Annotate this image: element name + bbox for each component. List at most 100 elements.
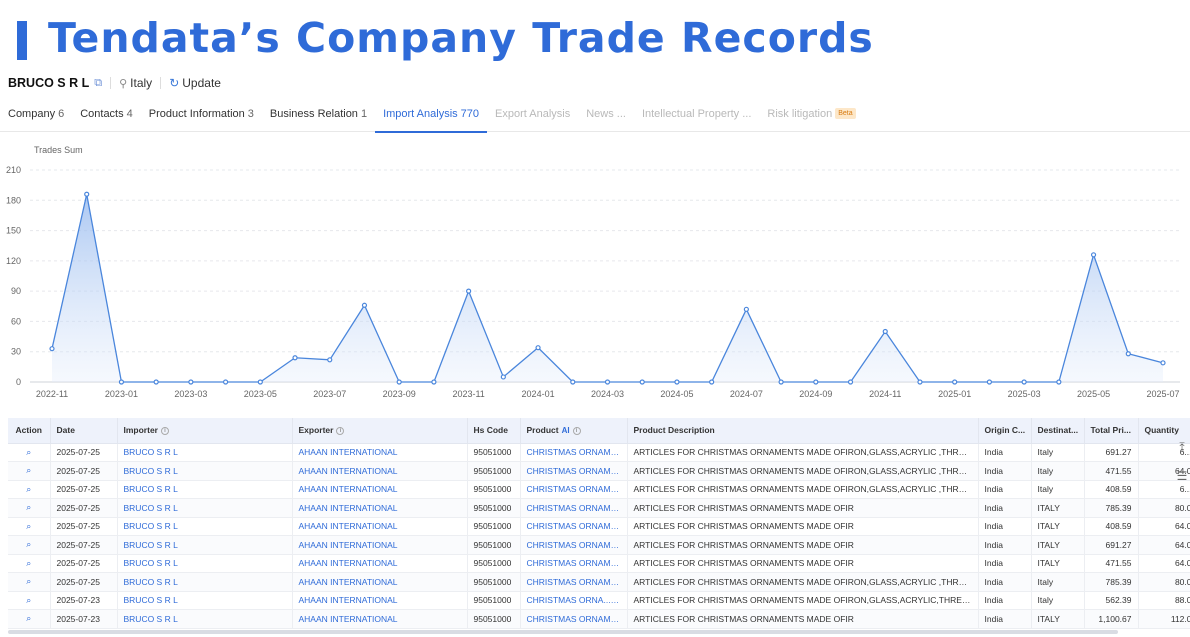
cell-date: 2025-07-25 <box>50 443 118 462</box>
tab-label: Contacts <box>80 107 124 120</box>
cell-importer[interactable]: BRUCO S R L <box>117 535 293 555</box>
horizontal-scrollbar[interactable] <box>8 630 1118 634</box>
cell-importer[interactable]: BRUCO S R L <box>117 609 293 629</box>
header-origin-country[interactable]: Origin C... <box>978 418 1032 444</box>
cell-exporter[interactable]: AHAAN INTERNATIONAL <box>292 443 468 462</box>
cell-text: AHAAN INTERNATIONAL <box>298 502 398 513</box>
header-product[interactable]: Product AI i <box>520 418 628 444</box>
cell-importer[interactable]: BRUCO S R L <box>117 554 293 573</box>
tab-news[interactable]: News ... <box>578 100 634 132</box>
tab-count: 6 <box>58 107 65 120</box>
cell-importer[interactable]: BRUCO S R L <box>117 498 293 518</box>
cell-product[interactable]: CHRISTMAS ORNAMENT <box>520 461 628 481</box>
copy-icon[interactable]: ⧉ <box>94 77 102 90</box>
tab-count: 770 <box>460 107 480 120</box>
cell-destination: Italy <box>1031 480 1085 499</box>
cell-exporter[interactable]: AHAAN INTERNATIONAL <box>292 591 468 610</box>
cell-product[interactable]: CHRISTMAS ORNAMENT <box>520 572 628 592</box>
action-cell: ⌕ <box>8 461 51 481</box>
cell-product[interactable]: CHRISTMAS ORNAMENT <box>520 535 628 555</box>
header-total-price[interactable]: Total Pri... <box>1084 418 1139 444</box>
cell-exporter[interactable]: AHAAN INTERNATIONAL <box>292 554 468 573</box>
tab-company[interactable]: Company 6 <box>0 100 72 132</box>
search-icon[interactable]: ⌕ <box>26 576 31 586</box>
update-button[interactable]: ↻ Update <box>169 76 221 90</box>
cell-importer[interactable]: BRUCO S R L <box>117 443 293 462</box>
tab-import-analysis[interactable]: Import Analysis 770 <box>375 100 487 133</box>
cell-quantity: 64.0 <box>1138 554 1190 573</box>
location-icon: ⚲ <box>119 77 128 90</box>
action-cell: ⌕ <box>8 498 51 518</box>
header-exporter[interactable]: Exporter i <box>292 418 468 444</box>
action-cell: ⌕ <box>8 609 51 629</box>
cell-importer[interactable]: BRUCO S R L <box>117 480 293 499</box>
feedback-icon[interactable]: ☰ <box>1174 469 1190 483</box>
tab-export-analysis[interactable]: Export Analysis <box>487 100 578 132</box>
search-icon[interactable]: ⌕ <box>26 539 31 549</box>
header-hs-code[interactable]: Hs Code <box>467 418 521 444</box>
cell-exporter[interactable]: AHAAN INTERNATIONAL <box>292 535 468 555</box>
data-point <box>257 379 263 385</box>
tab-product-information[interactable]: Product Information 3 <box>141 100 262 132</box>
cell-product[interactable]: CHRISTMAS ORNAMENT <box>520 609 628 629</box>
cell-exporter[interactable]: AHAAN INTERNATIONAL <box>292 461 468 481</box>
cell-product-description: ARTICLES FOR CHRISTMAS ORNAMENTS MADE OF… <box>627 443 979 462</box>
tab-risk-litigation[interactable]: Risk litigation Beta <box>759 100 863 132</box>
cell-product[interactable]: CHRISTMAS ORNA... +1 <box>520 591 628 610</box>
search-icon[interactable]: ⌕ <box>26 558 31 568</box>
cell-hs-code: 95051000 <box>467 461 521 481</box>
data-point <box>709 379 715 385</box>
header-product-description[interactable]: Product Description <box>627 418 979 444</box>
cell-importer[interactable]: BRUCO S R L <box>117 517 293 536</box>
data-point <box>1125 351 1131 357</box>
cell-exporter[interactable]: AHAAN INTERNATIONAL <box>292 572 468 592</box>
tab-business-relation[interactable]: Business Relation 1 <box>262 100 375 132</box>
back-to-top-icon[interactable]: ⤒ <box>1174 440 1190 455</box>
cell-product[interactable]: CHRISTMAS ORNAMENT <box>520 554 628 573</box>
cell-text: AHAAN INTERNATIONAL <box>298 595 398 606</box>
cell-text: India <box>984 484 1003 495</box>
cell-importer[interactable]: BRUCO S R L <box>117 461 293 481</box>
search-icon[interactable]: ⌕ <box>26 595 31 605</box>
header-importer[interactable]: Importer i <box>117 418 293 444</box>
cell-text: India <box>984 447 1003 458</box>
cell-importer[interactable]: BRUCO S R L <box>117 591 293 610</box>
cell-exporter[interactable]: AHAAN INTERNATIONAL <box>292 517 468 536</box>
search-icon[interactable]: ⌕ <box>26 447 31 457</box>
data-point <box>813 379 819 385</box>
tab-contacts[interactable]: Contacts 4 <box>72 100 141 132</box>
cell-exporter[interactable]: AHAAN INTERNATIONAL <box>292 480 468 499</box>
search-icon[interactable]: ⌕ <box>26 502 31 512</box>
info-icon[interactable]: i <box>160 427 169 435</box>
cell-text: BRUCO S R L <box>123 484 178 495</box>
cell-text: 95051000 <box>473 558 512 569</box>
x-tick-label: 2023-09 <box>383 389 416 399</box>
header-action[interactable]: Action <box>8 418 51 444</box>
cell-text: CHRISTMAS ORNAMENT <box>526 502 627 513</box>
header-date[interactable]: Date <box>50 418 118 444</box>
cell-product[interactable]: CHRISTMAS ORNAMENT <box>520 443 628 462</box>
search-icon[interactable]: ⌕ <box>26 465 31 475</box>
cell-text: 691.27 <box>1105 447 1132 458</box>
cell-product[interactable]: CHRISTMAS ORNAMENT <box>520 480 628 499</box>
data-point <box>466 288 472 294</box>
cell-product[interactable]: CHRISTMAS ORNAMENT <box>520 498 628 518</box>
search-icon[interactable]: ⌕ <box>26 613 31 623</box>
cell-total-price: 471.55 <box>1084 461 1139 481</box>
cell-text: Italy <box>1037 465 1054 476</box>
search-icon[interactable]: ⌕ <box>26 521 31 531</box>
cell-hs-code: 95051000 <box>467 443 521 462</box>
banner-accent-bar <box>17 21 27 60</box>
header-destination[interactable]: Destinat... <box>1031 418 1085 444</box>
cell-product[interactable]: CHRISTMAS ORNAMENT <box>520 517 628 536</box>
cell-importer[interactable]: BRUCO S R L <box>117 572 293 592</box>
info-icon[interactable]: i <box>336 427 345 435</box>
cell-exporter[interactable]: AHAAN INTERNATIONAL <box>292 498 468 518</box>
info-icon[interactable]: i <box>572 427 581 435</box>
search-icon[interactable]: ⌕ <box>26 484 31 494</box>
cell-exporter[interactable]: AHAAN INTERNATIONAL <box>292 609 468 629</box>
cell-product-description: ARTICLES FOR CHRISTMAS ORNAMENTS MADE OF… <box>627 480 979 499</box>
cell-origin-country: India <box>978 609 1032 629</box>
cell-destination: Italy <box>1031 461 1085 481</box>
tab-intellectual-property[interactable]: Intellectual Property ... <box>634 100 759 132</box>
